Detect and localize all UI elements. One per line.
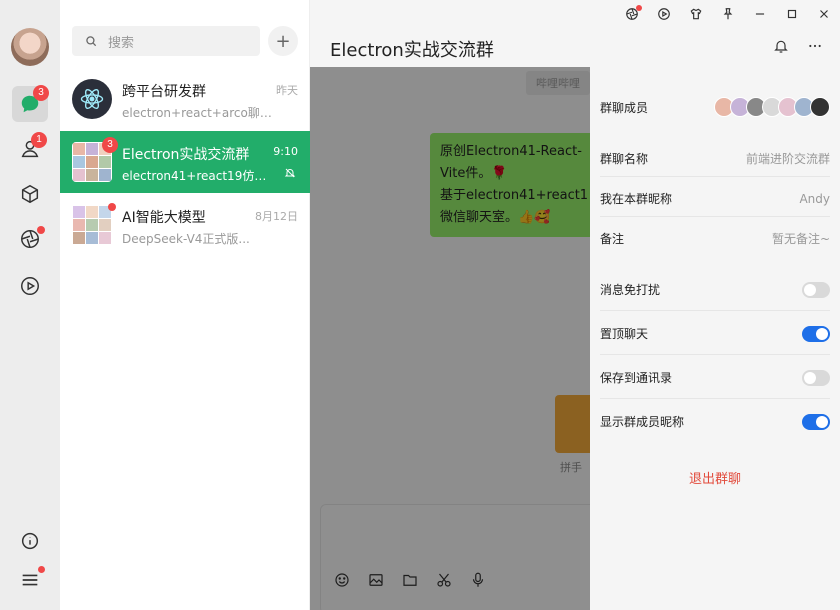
more-icon[interactable] [807, 38, 823, 54]
minimize-button[interactable] [744, 0, 776, 28]
conversation-item-active[interactable]: 3 Electron实战交流群 electron41+react19仿微... … [60, 131, 310, 193]
group-settings-panel: 群聊成员 群聊名称 前端进阶交流群 我在本群昵称 Andy 备注 暂无备注~ 消… [590, 67, 840, 610]
chat-title: Electron实战交流群 [330, 40, 494, 61]
divider [600, 354, 830, 355]
info-button[interactable] [12, 523, 48, 559]
remark-label: 备注 [600, 232, 625, 246]
user-avatar[interactable] [11, 28, 49, 66]
nickname-row[interactable]: 我在本群昵称 Andy [600, 190, 830, 207]
skin-button[interactable] [680, 0, 712, 28]
app-window: 3 1 搜索 + 跨平台研发群 electron+react+arco聊天室 昨… [0, 0, 840, 610]
conversation-time: 昨天 [276, 84, 298, 97]
member-avatars[interactable] [714, 97, 830, 117]
pin-label: 置顶聊天 [600, 327, 649, 341]
remark-value: 暂无备注~ [771, 232, 830, 246]
conversation-list: 搜索 + 跨平台研发群 electron+react+arco聊天室 昨天 3 … [60, 0, 310, 610]
menu-dot [38, 566, 45, 573]
save-contacts-label: 保存到通讯录 [600, 371, 673, 385]
chat-unread-badge: 3 [33, 85, 49, 101]
conversation-name: Electron实战交流群 [122, 147, 250, 163]
info-icon [21, 532, 39, 550]
group-avatar [72, 205, 112, 245]
divider [600, 176, 830, 177]
search-placeholder: 搜索 [108, 35, 135, 51]
conversation-name: 跨平台研发群 [122, 84, 206, 100]
unread-dot [108, 203, 116, 211]
mute-bell-icon [284, 168, 296, 178]
avatar [810, 97, 830, 117]
mute-label: 消息免打扰 [600, 283, 661, 297]
moments-nav-button[interactable] [12, 221, 48, 257]
contacts-badge: 1 [31, 132, 47, 148]
members-row[interactable]: 群聊成员 [600, 97, 830, 117]
play-circle-icon [658, 8, 670, 20]
chat-header-actions [773, 38, 823, 54]
conversation-name: AI智能大模型 [122, 210, 206, 226]
conversation-item[interactable]: 跨平台研发群 electron+react+arco聊天室 昨天 [60, 68, 310, 130]
show-nickname-label: 显示群成员昵称 [600, 415, 685, 429]
maximize-icon [787, 9, 797, 19]
show-nickname-toggle[interactable] [802, 413, 830, 430]
save-contacts-toggle[interactable] [802, 369, 830, 386]
pin-window-button[interactable] [712, 0, 744, 28]
conversation-preview: DeepSeek-V4正式版... [122, 232, 250, 246]
group-name-value: 前端进阶交流群 [745, 152, 830, 166]
divider [600, 216, 830, 217]
nickname-label: 我在本群昵称 [600, 192, 673, 206]
chat-nav-button[interactable]: 3 [12, 85, 49, 122]
search-icon [86, 36, 97, 47]
save-contacts-row: 保存到通讯录 [600, 369, 830, 386]
window-titlebar [616, 0, 840, 28]
conversation-preview: electron+react+arco聊天室 [122, 106, 277, 120]
minimize-icon [755, 13, 765, 15]
conversation-time: 9:10 [273, 145, 298, 158]
pin-icon [723, 8, 733, 20]
notify-dot [636, 5, 642, 11]
tshirt-icon [690, 8, 702, 20]
conversation-item[interactable]: AI智能大模型 DeepSeek-V4正式版... 8月12日 [60, 194, 310, 256]
exit-group-button[interactable]: 退出群聊 [590, 468, 840, 487]
maximize-button[interactable] [776, 0, 808, 28]
add-button[interactable]: + [268, 26, 298, 56]
moments-dot [37, 226, 45, 234]
show-nickname-row: 显示群成员昵称 [600, 413, 830, 430]
video-nav-button[interactable] [12, 268, 48, 304]
plus-icon: + [275, 30, 291, 52]
pin-row: 置顶聊天 [600, 325, 830, 342]
box-nav-button[interactable] [12, 176, 48, 212]
hamburger-icon [22, 574, 38, 586]
remark-row[interactable]: 备注 暂无备注~ [600, 230, 830, 247]
close-button[interactable] [808, 0, 840, 28]
divider [600, 310, 830, 311]
cube-icon [21, 184, 39, 204]
pin-toggle[interactable] [802, 325, 830, 342]
group-name-label: 群聊名称 [600, 152, 649, 166]
contacts-nav-button[interactable]: 1 [12, 131, 48, 167]
electron-avatar-icon [72, 79, 112, 119]
group-name-row[interactable]: 群聊名称 前端进阶交流群 [600, 150, 830, 167]
play-top-button[interactable] [648, 0, 680, 28]
bell-icon[interactable] [773, 38, 789, 54]
close-icon [820, 10, 828, 18]
search-box[interactable]: 搜索 [72, 26, 260, 56]
left-rail: 3 1 [0, 0, 60, 610]
mute-row: 消息免打扰 [600, 281, 830, 298]
members-label: 群聊成员 [600, 100, 649, 115]
conversation-preview: electron41+react19仿微... [122, 169, 277, 183]
mute-toggle[interactable] [802, 281, 830, 298]
play-circle-icon [21, 277, 39, 295]
nickname-value: Andy [799, 191, 830, 206]
conversation-time: 8月12日 [255, 210, 298, 223]
moments-top-button[interactable] [616, 0, 648, 28]
divider [600, 398, 830, 399]
conversation-unread-badge: 3 [102, 137, 118, 153]
menu-button[interactable] [12, 562, 48, 598]
